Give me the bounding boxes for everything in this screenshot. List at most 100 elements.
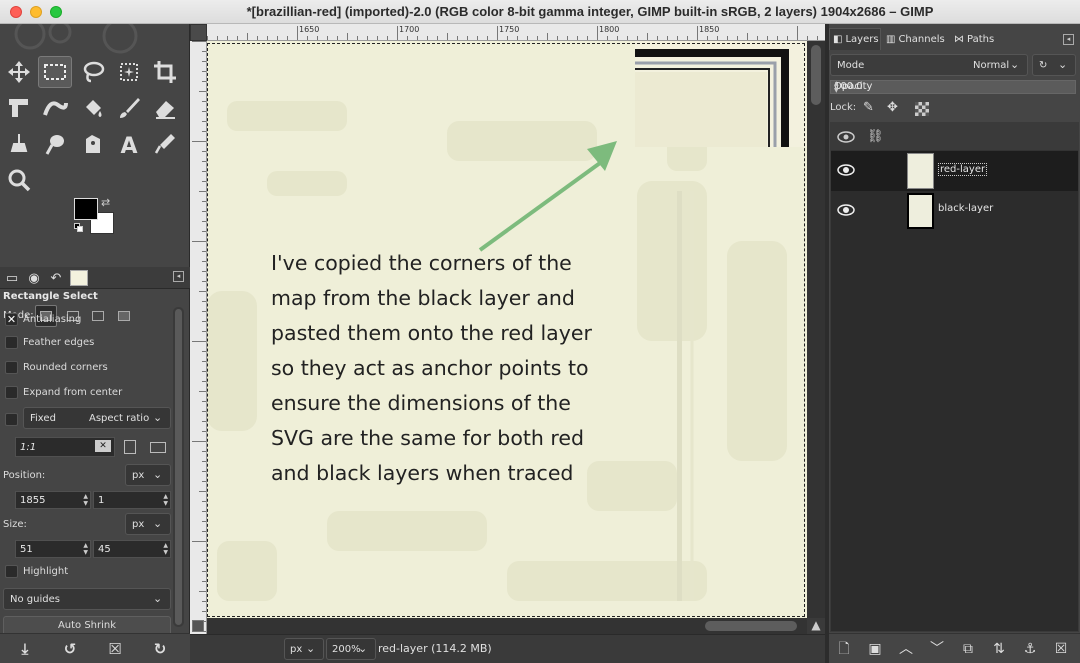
zoom-window-button[interactable] <box>50 6 62 18</box>
spin-arrows-icon[interactable]: ▲ ▼ <box>163 493 168 507</box>
antialiasing-option[interactable]: ✕ Antialiasing <box>5 311 81 327</box>
zoom-tool-icon[interactable] <box>2 164 36 196</box>
restore-options-icon[interactable]: ↺ <box>60 639 80 659</box>
delete-layer-icon[interactable]: ☒ <box>1051 639 1071 659</box>
tab-channels[interactable]: ▥ Channels <box>883 28 949 50</box>
eye-icon[interactable] <box>837 163 855 177</box>
image-canvas[interactable]: I've copied the corners of the map from … <box>207 41 807 618</box>
fixed-mode-combo[interactable]: Fixed Aspect ratio ⌄ <box>23 407 171 429</box>
close-window-button[interactable] <box>10 6 22 18</box>
foreground-color-swatch[interactable] <box>74 198 98 220</box>
quick-mask-icon[interactable] <box>192 620 204 632</box>
anchor-layer-icon[interactable]: ⚓ <box>1020 639 1040 659</box>
fixed-checkbox[interactable] <box>5 412 18 426</box>
size-h-field[interactable]: 45 ▲ ▼ <box>93 540 171 558</box>
rounded-corners-checkbox[interactable] <box>5 360 18 374</box>
spin-arrows-icon[interactable]: ▲ ▼ <box>83 542 88 556</box>
smudge-tool-icon[interactable] <box>38 128 72 160</box>
feather-edges-option[interactable]: Feather edges <box>5 334 94 350</box>
layer-row-red-layer[interactable]: red-layer <box>831 151 1078 191</box>
lasso-tool-icon[interactable] <box>76 56 110 88</box>
lock-position-icon[interactable]: ✥ <box>887 100 898 115</box>
new-layer-icon[interactable]: 🗋 <box>834 639 854 659</box>
tool-options-scrollbar[interactable] <box>173 307 184 627</box>
position-x-field[interactable]: 1855 ▲ ▼ <box>15 491 91 509</box>
zoom-combo[interactable]: 200% ⌄ <box>326 638 376 660</box>
undo-history-tab-icon[interactable]: ↶ <box>46 269 66 287</box>
spin-arrows-icon[interactable]: ▲ ▼ <box>83 493 88 507</box>
navigate-icon[interactable]: ▲ <box>807 618 825 634</box>
feather-edges-label: Feather edges <box>23 336 95 348</box>
save-options-icon[interactable]: ⤓ <box>15 639 35 659</box>
reset-options-icon[interactable]: ↻ <box>150 639 170 659</box>
minimize-window-button[interactable] <box>30 6 42 18</box>
tool-options-tab-icon[interactable]: ▭ <box>2 269 22 287</box>
rounded-corners-option[interactable]: Rounded corners <box>5 359 108 375</box>
eye-icon[interactable] <box>837 203 855 217</box>
unit-combo[interactable]: px ⌄ <box>284 638 324 660</box>
portrait-icon[interactable] <box>124 440 136 454</box>
aspect-ratio-field[interactable]: 1:1 ✕ <box>15 437 115 457</box>
opacity-slider[interactable]: Opacity 100.0 ▲ ▼ <box>830 80 1076 94</box>
landscape-icon[interactable] <box>150 442 166 453</box>
layer-row-black-layer[interactable]: black-layer <box>831 191 1078 231</box>
vertical-scrollbar[interactable] <box>807 41 825 618</box>
feather-edges-checkbox[interactable] <box>5 335 18 349</box>
horizontal-ruler[interactable]: 1650 1700 1750 1800 1850 <box>207 24 825 41</box>
move-tool-icon[interactable] <box>2 56 36 88</box>
size-unit-combo[interactable]: px ⌄ <box>125 513 171 535</box>
tool-options-menu-icon[interactable]: ◂ <box>173 271 184 282</box>
layer-name[interactable]: red-layer <box>938 163 988 176</box>
dock-menu-icon[interactable]: ◂ <box>1063 34 1074 45</box>
mode-intersect-button[interactable] <box>113 305 135 327</box>
warp-tool-icon[interactable] <box>38 92 72 124</box>
horizontal-scrollbar[interactable] <box>207 618 807 634</box>
new-layer-group-icon[interactable]: ▣ <box>865 639 885 659</box>
merge-layer-icon[interactable]: ⇅ <box>989 639 1009 659</box>
composite-mode-combo[interactable]: ↻ ⌄ <box>1032 54 1076 76</box>
crop-tool-icon[interactable] <box>148 56 182 88</box>
images-tab-icon[interactable] <box>70 270 88 286</box>
vertical-ruler[interactable] <box>190 41 207 641</box>
paths-tool-icon[interactable] <box>76 128 110 160</box>
guides-combo[interactable]: No guides ⌄ <box>3 588 171 610</box>
clone-tool-icon[interactable] <box>2 128 36 160</box>
lock-alpha-icon[interactable] <box>915 102 929 116</box>
visibility-header-icon[interactable] <box>837 130 855 144</box>
expand-from-center-option[interactable]: Expand from center <box>5 384 122 400</box>
ruler-corner[interactable] <box>190 24 207 41</box>
raise-layer-icon[interactable]: ︿ <box>896 639 916 659</box>
bucket-fill-tool-icon[interactable] <box>76 92 110 124</box>
size-w-field[interactable]: 51 ▲ ▼ <box>15 540 91 558</box>
rectangle-select-tool-icon[interactable] <box>38 56 72 88</box>
lower-layer-icon[interactable]: ﹀ <box>927 639 947 659</box>
color-picker-tool-icon[interactable] <box>148 128 182 160</box>
chain-header-icon[interactable]: ⛓ <box>867 129 884 144</box>
paintbrush-tool-icon[interactable] <box>112 92 146 124</box>
eraser-tool-icon[interactable] <box>148 92 182 124</box>
lock-pixels-icon[interactable]: ✎ <box>863 100 874 115</box>
expand-from-center-checkbox[interactable] <box>5 385 18 399</box>
position-y-field[interactable]: 1 ▲ ▼ <box>93 491 171 509</box>
fuzzy-select-tool-icon[interactable] <box>112 56 146 88</box>
layer-mode-combo[interactable]: Mode Normal ⌄ <box>830 54 1028 76</box>
device-status-tab-icon[interactable]: ◉ <box>24 269 44 287</box>
unified-transform-tool-icon[interactable] <box>2 92 36 124</box>
delete-options-icon[interactable]: ☒ <box>105 639 125 659</box>
mode-subtract-button[interactable] <box>87 305 109 327</box>
antialiasing-checkbox[interactable]: ✕ <box>5 312 18 326</box>
spin-arrows-icon[interactable]: ▲ ▼ <box>834 80 1073 94</box>
fixed-option-checkbox-wrap[interactable] <box>5 411 23 427</box>
tab-layers[interactable]: ◧ Layers <box>829 28 881 50</box>
text-tool-icon[interactable]: A <box>112 128 146 160</box>
highlight-option[interactable]: Highlight <box>5 563 68 579</box>
swap-colors-icon[interactable]: ⇄ <box>101 196 110 209</box>
layer-name[interactable]: black-layer <box>938 203 993 214</box>
tab-paths[interactable]: ⋈ Paths <box>951 28 1003 50</box>
highlight-checkbox[interactable] <box>5 564 18 578</box>
duplicate-layer-icon[interactable]: ⧉ <box>958 639 978 659</box>
position-unit-combo[interactable]: px ⌄ <box>125 464 171 486</box>
clear-field-icon[interactable]: ✕ <box>95 440 111 452</box>
spin-arrows-icon[interactable]: ▲ ▼ <box>163 542 168 556</box>
reset-colors-icon[interactable] <box>74 223 84 233</box>
